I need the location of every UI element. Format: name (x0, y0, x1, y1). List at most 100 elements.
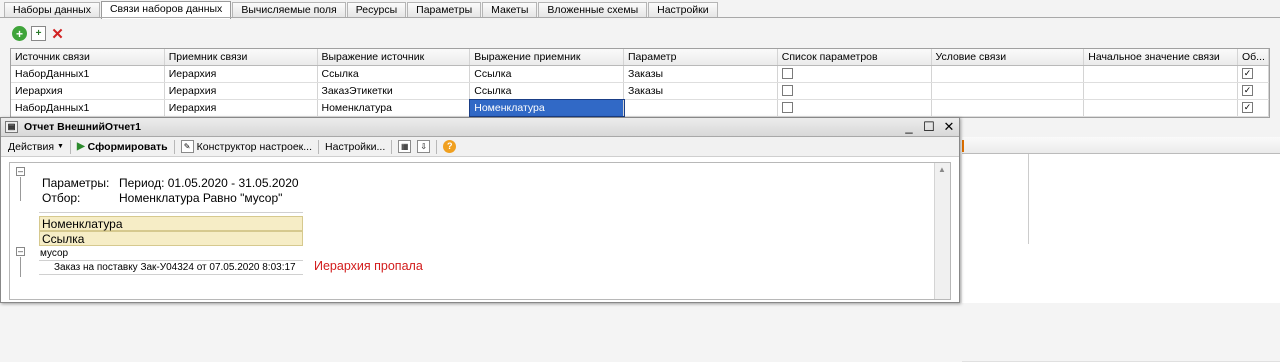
header-reference: Ссылка (39, 231, 303, 246)
tab-settings[interactable]: Настройки (648, 2, 718, 18)
tab-parameters[interactable]: Параметры (407, 2, 482, 18)
parameter-cell[interactable] (624, 100, 778, 116)
maximize-icon[interactable]: ☐ (923, 119, 935, 135)
restore-settings-button[interactable]: ⇩ (414, 140, 433, 153)
required-cell[interactable]: ✓ (1238, 83, 1269, 99)
generate-button[interactable]: ▶ Сформировать (74, 141, 171, 153)
tab-layouts[interactable]: Макеты (482, 2, 538, 18)
initial-value-cell[interactable] (1084, 66, 1238, 82)
delete-icon[interactable]: ✕ (50, 26, 65, 43)
minimize-icon[interactable]: _ (903, 119, 915, 135)
parameter-list-checkbox[interactable] (781, 85, 793, 96)
group-bracket (20, 177, 21, 201)
initial-value-cell[interactable] (1084, 100, 1238, 116)
tab-divider (0, 17, 1280, 18)
close-icon[interactable]: ✕ (943, 119, 955, 135)
column-header[interactable]: Источник связи (11, 49, 165, 65)
group-bracket (20, 257, 21, 277)
save-icon: ▦ (398, 140, 412, 153)
marker (962, 140, 964, 152)
toolbar-separator (69, 139, 71, 154)
column-header[interactable]: Условие связи (932, 49, 1085, 65)
designer-tabs: Наборы данных Связи наборов данных Вычис… (4, 1, 719, 19)
source-expression-cell[interactable]: Ссылка (318, 66, 471, 82)
collapse-icon[interactable]: – (16, 167, 25, 176)
report-app-icon: ▤ (5, 121, 18, 133)
divider (39, 212, 303, 213)
receiver-cell[interactable]: Иерархия (165, 100, 318, 116)
initial-value-cell[interactable] (1084, 83, 1238, 99)
divider (1028, 154, 1029, 244)
help-button[interactable]: ? (440, 140, 459, 153)
source-expression-cell[interactable]: Номенклатура (318, 100, 471, 116)
table-row[interactable]: Иерархия Иерархия ЗаказЭтикетки Ссылка З… (11, 83, 1269, 100)
tab-resources[interactable]: Ресурсы (346, 2, 407, 18)
table-row[interactable]: НаборДанных1 Иерархия Ссылка Ссылка Зака… (11, 66, 1269, 83)
required-cell[interactable]: ✓ (1238, 100, 1269, 116)
source-cell[interactable]: НаборДанных1 (11, 100, 165, 116)
constructor-label: Конструктор настроек... (196, 140, 313, 153)
constructor-icon: ✎ (180, 140, 194, 153)
source-cell[interactable]: НаборДанных1 (11, 66, 165, 82)
receiver-expression-cell-selected[interactable]: Номенклатура (469, 99, 625, 117)
restore-icon: ⇩ (417, 140, 431, 153)
source-cell[interactable]: Иерархия (11, 83, 165, 99)
column-header[interactable]: Начальное значение связи (1084, 49, 1238, 65)
play-icon: ▶ (76, 141, 85, 152)
dropdown-arrow-icon: ▼ (57, 143, 64, 150)
required-cell[interactable]: ✓ (1238, 66, 1269, 82)
parameter-cell[interactable]: Заказы (624, 66, 778, 82)
window-buttons: _ ☐ ✕ (903, 119, 955, 135)
params-value: Период: 01.05.2020 - 31.05.2020 (119, 176, 299, 190)
vertical-scrollbar[interactable]: ▲ (934, 163, 950, 299)
report-titlebar[interactable]: ▤ Отчет ВнешнийОтчет1 _ ☐ ✕ (1, 118, 959, 137)
report-title: Отчет ВнешнийОтчет1 (24, 121, 142, 133)
background-panel-header (962, 137, 1280, 154)
receiver-cell[interactable]: Иерархия (165, 66, 318, 82)
column-header[interactable]: Список параметров (778, 49, 932, 65)
table-row[interactable]: НаборДанных1 Иерархия Номенклатура Номен… (11, 99, 1269, 117)
detail-value[interactable]: Заказ на поставку Зак-У04324 от 07.05.20… (54, 262, 296, 273)
constructor-button[interactable]: ✎ Конструктор настроек... (178, 140, 315, 153)
add-icon[interactable]: + (12, 26, 27, 41)
column-header[interactable]: Приемник связи (165, 49, 318, 65)
tab-datasets[interactable]: Наборы данных (4, 2, 100, 18)
save-settings-button[interactable]: ▦ (395, 140, 414, 153)
column-header[interactable]: Выражение приемник (470, 49, 624, 65)
required-checkbox[interactable]: ✓ (1242, 68, 1253, 79)
report-spreadsheet[interactable]: – Параметры: Период: 01.05.2020 - 31.05.… (9, 162, 951, 300)
tab-nested-schemas[interactable]: Вложенные схемы (538, 2, 648, 18)
tab-calculated-fields[interactable]: Вычисляемые поля (232, 2, 346, 18)
receiver-cell[interactable]: Иерархия (165, 83, 318, 99)
parameter-list-checkbox[interactable] (781, 102, 793, 113)
column-header[interactable]: Выражение источник (318, 49, 471, 65)
receiver-expression-cell[interactable]: Ссылка (470, 83, 624, 99)
header-nomenclature: Номенклатура (39, 216, 303, 231)
actions-menu[interactable]: Действия ▼ (5, 141, 67, 153)
divider (39, 274, 303, 275)
generate-label: Сформировать (87, 140, 168, 153)
source-expression-cell[interactable]: ЗаказЭтикетки (318, 83, 471, 99)
toolbar-separator (173, 139, 175, 154)
parameter-cell[interactable]: Заказы (624, 83, 778, 99)
collapse-icon[interactable]: – (16, 247, 25, 256)
required-checkbox[interactable]: ✓ (1242, 85, 1253, 96)
required-checkbox[interactable]: ✓ (1242, 102, 1253, 113)
settings-label: Настройки... (325, 140, 386, 153)
parameter-list-cell[interactable] (778, 83, 932, 99)
parameter-list-cell[interactable] (778, 100, 932, 116)
column-header[interactable]: Об... (1238, 49, 1269, 65)
parameter-list-checkbox[interactable] (781, 68, 793, 79)
background-panel (962, 137, 1280, 362)
copy-icon[interactable]: + (31, 26, 46, 41)
condition-cell[interactable] (932, 100, 1085, 116)
condition-cell[interactable] (932, 66, 1085, 82)
links-toolbar: + + ✕ (12, 26, 65, 43)
parameter-list-cell[interactable] (778, 66, 932, 82)
condition-cell[interactable] (932, 83, 1085, 99)
settings-button[interactable]: Настройки... (322, 141, 388, 153)
group-value[interactable]: мусор (40, 248, 68, 259)
receiver-expression-cell[interactable]: Ссылка (470, 66, 624, 82)
column-header[interactable]: Параметр (624, 49, 778, 65)
scroll-up-icon[interactable]: ▲ (938, 165, 946, 174)
